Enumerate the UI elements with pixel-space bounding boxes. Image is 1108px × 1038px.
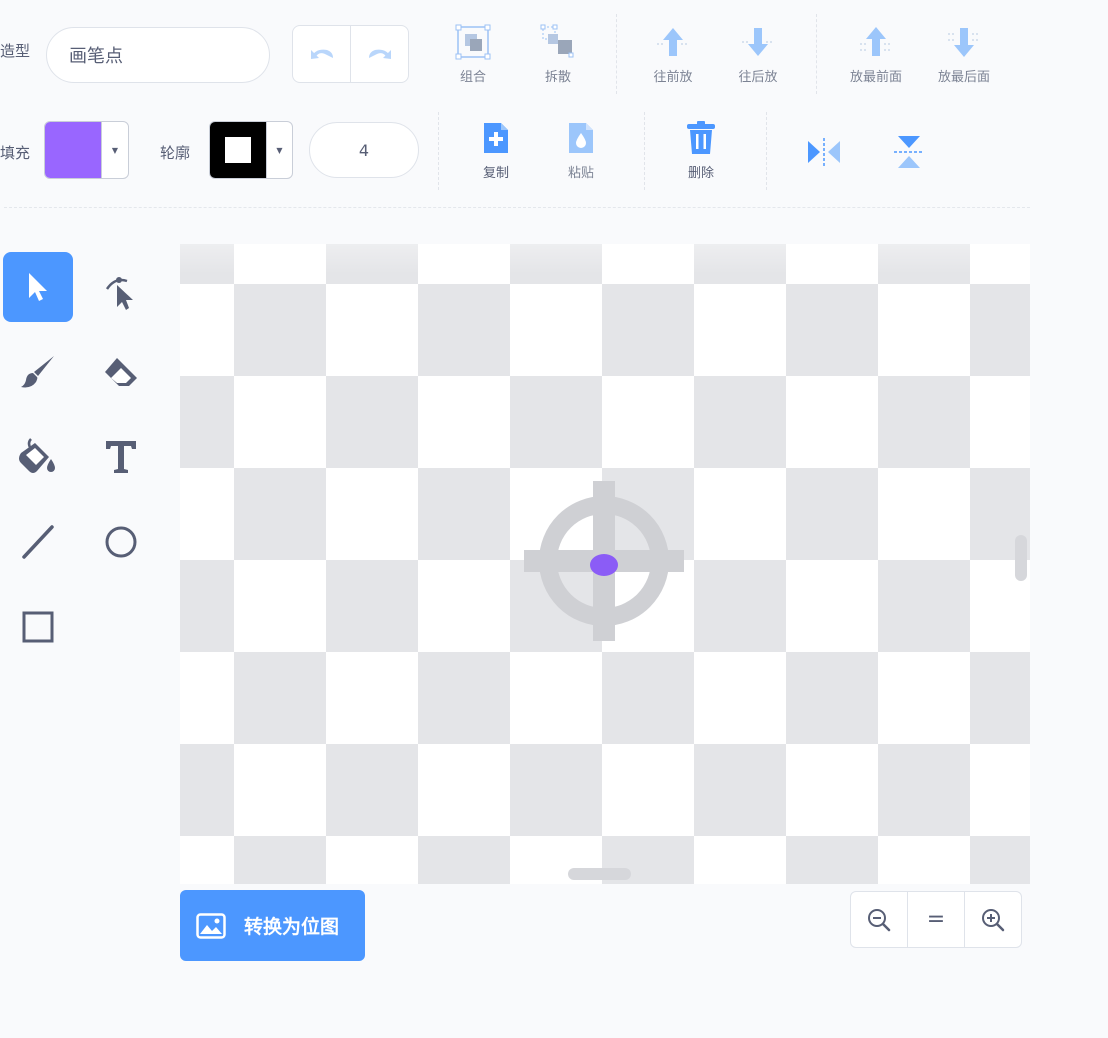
cursor-arrow-icon	[29, 273, 47, 301]
drawing-canvas[interactable]	[180, 244, 1030, 884]
divider	[438, 112, 439, 190]
chevron-down-icon: ▼	[266, 122, 292, 178]
image-icon	[196, 912, 226, 939]
paste-label: 粘贴	[567, 166, 594, 181]
paint-bucket-icon	[19, 438, 55, 473]
circle-tool[interactable]	[86, 507, 156, 577]
forward-label: 往前放	[653, 70, 693, 85]
brush-tool[interactable]	[3, 337, 73, 407]
costume-label: 造型	[0, 42, 31, 60]
horizontal-scrollbar[interactable]	[568, 868, 631, 880]
text-tool[interactable]	[86, 422, 156, 492]
divider	[766, 112, 767, 190]
group-label: 组合	[459, 70, 486, 85]
group-button[interactable]: 组合	[433, 22, 513, 85]
undo-icon	[310, 49, 333, 59]
reshape-tool[interactable]	[86, 256, 156, 326]
undo-button[interactable]	[293, 26, 350, 82]
convert-to-bitmap-button[interactable]: 转换为位图	[180, 890, 365, 961]
undo-redo-group	[292, 25, 409, 83]
line-icon	[22, 525, 54, 559]
ungroup-icon	[540, 24, 574, 58]
to-back-icon	[948, 28, 980, 57]
back-button[interactable]: 放最后面	[924, 22, 1004, 85]
zoom-controls: =	[850, 891, 1022, 948]
convert-to-bitmap-label: 转换为位图	[244, 916, 340, 938]
back-label: 放最后面	[937, 70, 990, 85]
backward-button[interactable]: 往后放	[718, 22, 798, 85]
arrow-up-icon	[657, 28, 689, 56]
arrow-down-icon	[742, 28, 774, 56]
text-icon	[106, 441, 136, 473]
ungroup-button[interactable]: 拆散	[518, 22, 598, 85]
copy-button[interactable]: 复制	[456, 118, 536, 181]
delete-button[interactable]: 删除	[661, 118, 741, 181]
stroke-width-input[interactable]	[309, 122, 419, 178]
flip-horizontal-button[interactable]	[804, 134, 844, 170]
divider	[644, 112, 645, 190]
fill-tool[interactable]	[3, 422, 73, 492]
eraser-tool[interactable]	[86, 337, 156, 407]
zoom-out-button[interactable]	[851, 892, 907, 947]
delete-label: 删除	[687, 166, 714, 181]
fill-swatch	[45, 122, 101, 178]
front-label: 放最前面	[849, 70, 902, 85]
group-icon	[455, 24, 491, 60]
flip-vertical-button[interactable]	[890, 132, 928, 172]
fill-label: 填充	[0, 144, 31, 162]
outline-swatch	[210, 122, 266, 178]
vertical-scrollbar[interactable]	[1015, 535, 1027, 581]
crosshair-icon	[524, 481, 684, 641]
divider	[616, 14, 617, 94]
paste-icon	[569, 123, 593, 153]
copy-label: 复制	[482, 166, 509, 181]
front-button[interactable]: 放最前面	[836, 22, 916, 85]
zoom-in-icon	[982, 908, 1005, 931]
paste-button[interactable]: 粘贴	[541, 118, 621, 181]
rectangle-icon	[22, 611, 54, 643]
backward-label: 往后放	[738, 70, 778, 85]
flip-vertical-icon	[894, 136, 924, 168]
toolbar-divider	[4, 207, 1030, 208]
trash-icon	[687, 121, 715, 154]
ungroup-label: 拆散	[544, 70, 571, 85]
divider	[816, 14, 817, 94]
outline-label: 轮廓	[160, 144, 191, 162]
zoom-reset-button[interactable]: =	[907, 892, 964, 947]
zoom-reset-label: =	[926, 907, 946, 932]
to-front-icon	[860, 27, 892, 56]
line-tool[interactable]	[3, 507, 73, 577]
flip-horizontal-icon	[808, 138, 840, 166]
rectangle-tool[interactable]	[3, 592, 73, 662]
chevron-down-icon: ▼	[101, 122, 128, 178]
eraser-icon	[105, 358, 137, 386]
circle-icon	[105, 526, 137, 558]
brush-icon	[21, 356, 54, 388]
select-tool[interactable]	[3, 252, 73, 322]
outline-color-picker[interactable]: ▼	[209, 121, 293, 179]
zoom-in-button[interactable]	[964, 892, 1021, 947]
redo-button[interactable]	[350, 26, 408, 82]
costume-name-input[interactable]	[46, 27, 270, 83]
forward-button[interactable]: 往前放	[633, 22, 713, 85]
zoom-out-icon	[868, 908, 891, 931]
fill-color-picker[interactable]: ▼	[44, 121, 129, 179]
copy-icon	[484, 123, 508, 153]
redo-icon	[368, 49, 391, 59]
reshape-icon	[105, 277, 133, 310]
